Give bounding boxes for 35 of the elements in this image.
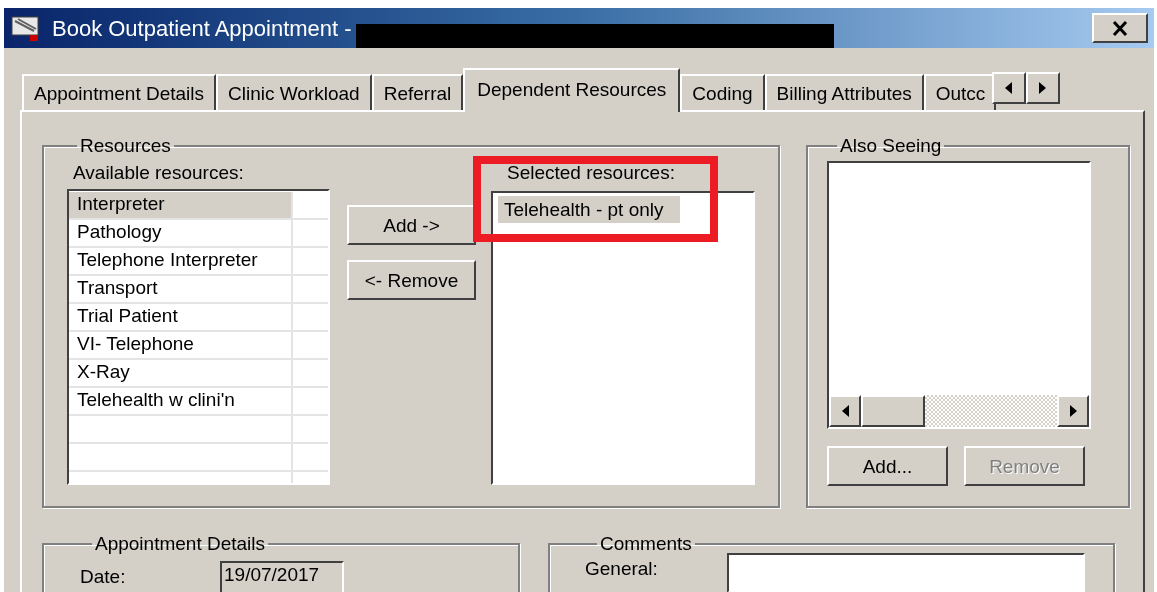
list-item[interactable]: Telehealth - pt only: [498, 196, 680, 223]
list-label: Selected resources:: [506, 161, 676, 185]
close-icon: [1112, 20, 1128, 36]
tab[interactable]: Dependent Resources: [463, 68, 681, 112]
group-label: Also Seeing: [839, 134, 943, 157]
right-arrow-icon: [1039, 82, 1047, 94]
tab[interactable]: Outcc: [923, 74, 996, 110]
scroll-thumb[interactable]: [861, 395, 925, 427]
field-label: General:: [585, 557, 659, 580]
list-label: Available resources:: [72, 161, 245, 185]
group-label: Appointment Details: [94, 532, 267, 555]
group-label: Comments: [599, 532, 693, 555]
tab[interactable]: Appointment Details: [22, 74, 217, 110]
button[interactable]: <- Remove: [347, 260, 476, 300]
input-field[interactable]: [727, 553, 1085, 592]
button[interactable]: Add ->: [347, 205, 476, 245]
button[interactable]: Add...: [827, 446, 948, 486]
input-field[interactable]: 19/07/2017: [220, 561, 344, 592]
tab-scroll-left-button[interactable]: [991, 72, 1026, 104]
tab[interactable]: Referral: [371, 74, 464, 110]
group-label: Resources: [79, 134, 172, 157]
scroll-left-button[interactable]: [829, 395, 861, 427]
left-arrow-icon: [841, 405, 849, 417]
list-item[interactable]: Interpreter: [69, 192, 293, 218]
window-title: Book Outpatient Appointment -: [52, 16, 352, 40]
tab[interactable]: Billing Attributes: [764, 74, 924, 110]
right-arrow-icon: [1069, 405, 1077, 417]
field-label: Date:: [80, 565, 127, 588]
tab[interactable]: Coding: [680, 74, 765, 110]
tab[interactable]: Clinic Workload: [216, 74, 372, 110]
close-button[interactable]: [1092, 13, 1148, 43]
tab-scroll-right-button[interactable]: [1025, 72, 1060, 104]
horizontal-scrollbar[interactable]: [829, 395, 1089, 427]
left-arrow-icon: [1005, 82, 1013, 94]
scroll-right-button[interactable]: [1057, 395, 1089, 427]
